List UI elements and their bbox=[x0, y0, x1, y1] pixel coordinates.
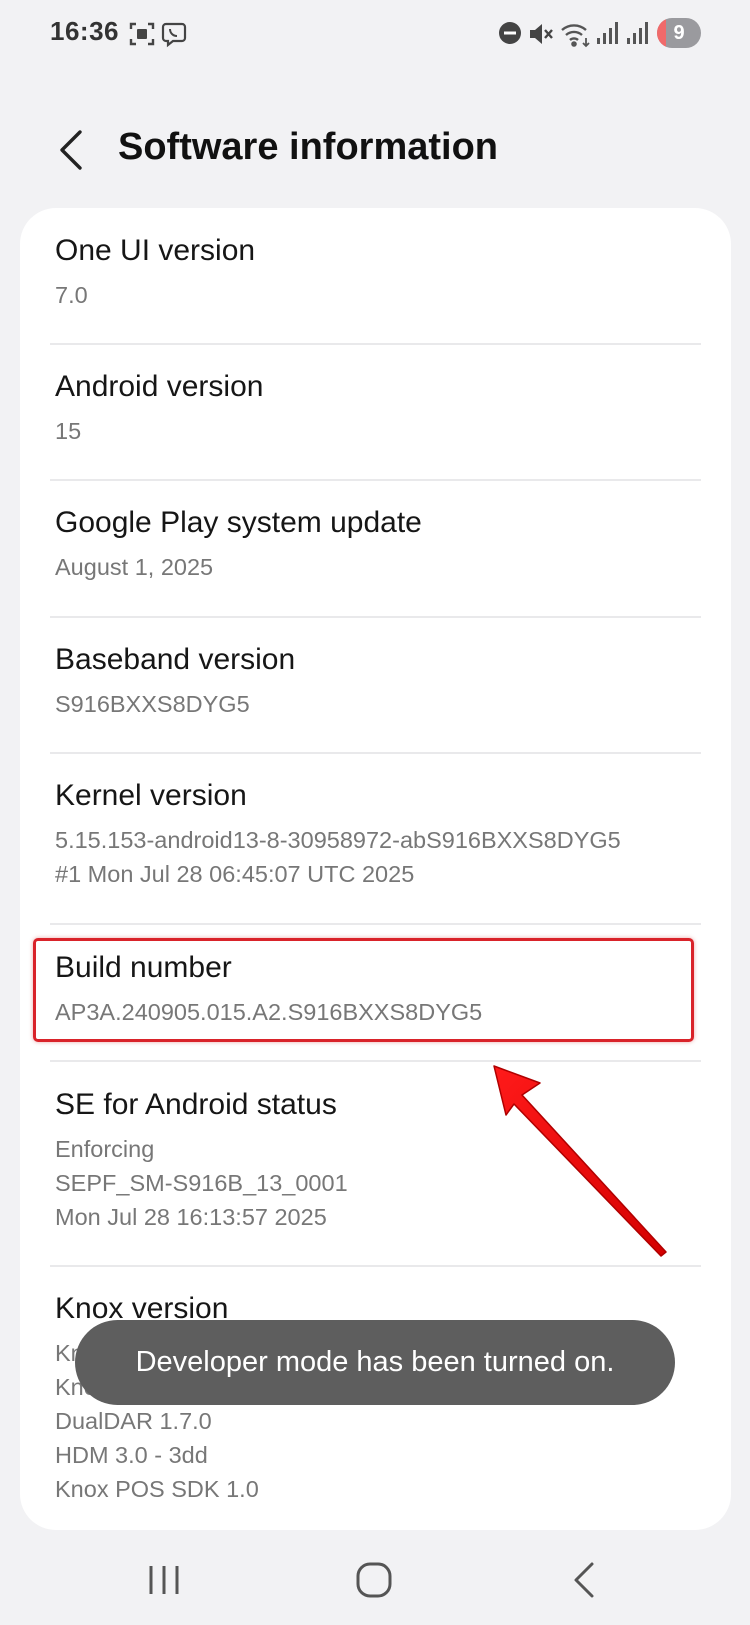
item-value: 15 bbox=[55, 418, 82, 444]
toast-text: Developer mode has been turned on. bbox=[135, 1346, 615, 1378]
battery-level: 9 bbox=[673, 22, 685, 44]
list-item-google-play-update[interactable]: Google Play system update August 1, 2025 bbox=[20, 481, 731, 616]
battery-indicator: 9 bbox=[657, 18, 701, 48]
status-time: 16:36 bbox=[50, 16, 119, 46]
dnd-icon bbox=[497, 20, 523, 51]
item-title: Google Play system update bbox=[55, 506, 422, 539]
list-item-baseband-version[interactable]: Baseband version S916BXXS8DYG5 bbox=[20, 618, 731, 753]
back-button[interactable] bbox=[48, 120, 94, 180]
navigation-bar bbox=[0, 1540, 750, 1625]
item-value: August 1, 2025 bbox=[55, 554, 214, 580]
viber-icon bbox=[160, 20, 188, 53]
item-value: Mon Jul 28 16:13:57 2025 bbox=[55, 1204, 327, 1230]
item-value: HDM 3.0 - 3dd bbox=[55, 1442, 208, 1468]
list-item-se-android-status[interactable]: SE for Android status Enforcing SEPF_SM-… bbox=[20, 1062, 731, 1265]
list-item-kernel-version[interactable]: Kernel version 5.15.153-android13-8-3095… bbox=[20, 754, 731, 924]
home-icon bbox=[356, 1562, 392, 1598]
item-value: S916BXXS8DYG5 bbox=[55, 691, 250, 717]
item-value: 7.0 bbox=[55, 282, 88, 308]
item-value: DualDAR 1.7.0 bbox=[55, 1408, 212, 1434]
item-value: 5.15.153-android13-8-30958972-abS916BXXS… bbox=[55, 827, 621, 853]
item-title: Android version bbox=[55, 370, 264, 403]
status-bar: 16:36 9 bbox=[0, 0, 750, 70]
screenshot-icon bbox=[128, 20, 156, 53]
recent-apps-icon bbox=[149, 1566, 179, 1594]
nav-back-icon bbox=[574, 1562, 594, 1598]
item-value: SEPF_SM-S916B_13_0001 bbox=[55, 1170, 348, 1196]
item-title: SE for Android status bbox=[55, 1088, 337, 1121]
app-header: Software information bbox=[0, 100, 750, 200]
highlight-annotation bbox=[33, 938, 694, 1042]
item-value: Knox POS SDK 1.0 bbox=[55, 1476, 259, 1502]
signal-icon bbox=[626, 20, 650, 51]
mute-icon bbox=[527, 20, 555, 53]
item-title: One UI version bbox=[55, 234, 256, 267]
item-title: Baseband version bbox=[55, 643, 296, 676]
list-item-android-version[interactable]: Android version 15 bbox=[20, 345, 731, 480]
list-item-one-ui-version[interactable]: One UI version 7.0 bbox=[20, 208, 731, 344]
signal-icon bbox=[596, 20, 620, 51]
home-button[interactable] bbox=[344, 1550, 404, 1610]
nav-back-button[interactable] bbox=[554, 1550, 614, 1610]
item-value: #1 Mon Jul 28 06:45:07 UTC 2025 bbox=[55, 861, 415, 887]
item-value: Enforcing bbox=[55, 1136, 155, 1162]
wifi-icon bbox=[560, 20, 592, 53]
item-title: Kernel version bbox=[55, 779, 247, 812]
page-title: Software information bbox=[118, 126, 499, 168]
back-arrow-icon bbox=[60, 130, 82, 170]
recent-apps-button[interactable] bbox=[134, 1550, 194, 1610]
toast-message: Developer mode has been turned on. bbox=[75, 1320, 675, 1405]
